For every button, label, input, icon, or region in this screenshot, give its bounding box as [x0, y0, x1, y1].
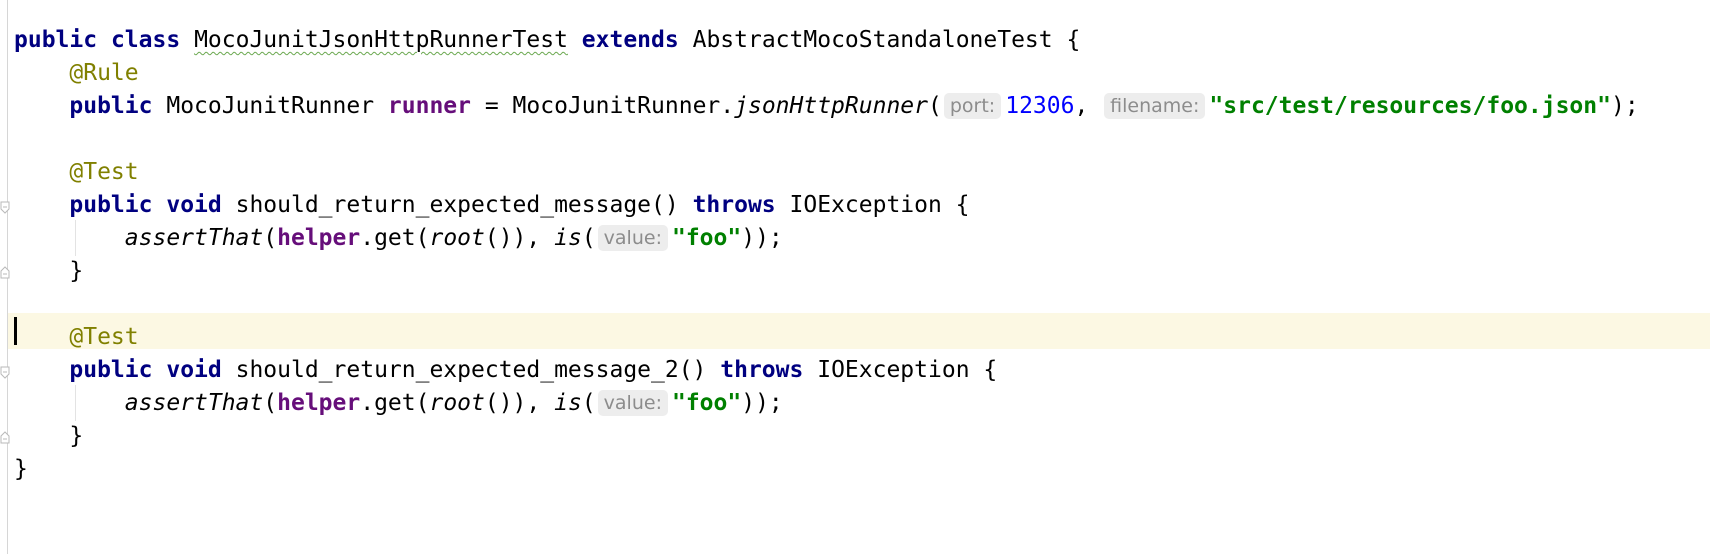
close-brace: } [69, 258, 84, 284]
code-line-rule-annotation[interactable]: @Rule [14, 55, 1710, 91]
code-line-test1-end[interactable]: } [14, 253, 1710, 289]
code-line-test1-assert[interactable]: assertThat(helper.get(root()), is(value:… [14, 220, 1710, 256]
parameter-hint-value: value: [597, 390, 668, 416]
fold-marker-close-icon[interactable] [0, 265, 10, 279]
keyword-public: public [69, 357, 153, 383]
close-parens: ()), [484, 390, 555, 416]
parameter-hint-port: port: [943, 93, 1002, 119]
close-paren: )); [741, 225, 783, 251]
close-parens: ()), [484, 225, 555, 251]
class-close-brace: } [14, 456, 28, 482]
keyword-throws: throws [692, 192, 776, 218]
comma: , [1074, 93, 1103, 119]
code-line-runner-field[interactable]: public MocoJunitRunner runner = MocoJuni… [14, 88, 1710, 124]
get-call: .get( [360, 225, 430, 251]
code-line-test2-end[interactable]: } [14, 418, 1710, 454]
helper-field[interactable]: helper [277, 390, 360, 416]
filename-string: "src/test/resources/foo.json" [1209, 93, 1611, 119]
runner-type[interactable]: MocoJunitRunner [166, 93, 374, 119]
get-call: .get( [360, 390, 430, 416]
keyword-void: void [166, 357, 222, 383]
code-line-test1-signature[interactable]: public void should_return_expected_messa… [14, 187, 1710, 223]
open-paren: ( [928, 93, 942, 119]
foo-string: "foo" [671, 225, 742, 251]
code-line-test2-assert[interactable]: assertThat(helper.get(root()), is(value:… [14, 385, 1710, 421]
helper-field[interactable]: helper [277, 225, 360, 251]
open-paren: ( [581, 225, 596, 251]
parameter-hint-value: value: [597, 225, 668, 251]
keyword-public: public [69, 93, 153, 119]
assert-that-call[interactable]: assertThat [125, 390, 263, 416]
test-annotation: @Test [69, 324, 139, 350]
parameter-hint-filename: filename: [1104, 93, 1206, 119]
exception-type[interactable]: IOException { [790, 192, 970, 218]
keyword-extends: extends [581, 27, 679, 53]
code-line-class-declaration[interactable]: public class MocoJunitJsonHttpRunnerTest… [14, 22, 1710, 58]
keyword-public: public [14, 27, 98, 53]
open-brace: { [1052, 27, 1081, 53]
close-paren: ); [1610, 93, 1639, 119]
port-value: 12306 [1005, 93, 1075, 119]
code-line-test1-annotation[interactable]: @Test [14, 154, 1710, 190]
root-call[interactable]: root [429, 390, 484, 416]
code-line-test2-signature[interactable]: public void should_return_expected_messa… [14, 352, 1710, 388]
method-name[interactable]: should_return_expected_message_2() [236, 357, 707, 383]
open-paren: ( [263, 390, 278, 416]
keyword-void: void [166, 192, 222, 218]
fold-marker-open-icon[interactable] [0, 366, 10, 380]
keyword-public: public [69, 192, 153, 218]
is-call[interactable]: is [554, 225, 582, 251]
assignment: = MocoJunitRunner. [471, 93, 735, 119]
test-annotation: @Test [69, 159, 139, 185]
fold-marker-open-icon[interactable] [0, 201, 10, 215]
code-editor[interactable]: public class MocoJunitJsonHttpRunnerTest… [0, 0, 1710, 554]
assert-that-call[interactable]: assertThat [125, 225, 263, 251]
is-call[interactable]: is [554, 390, 582, 416]
root-call[interactable]: root [429, 225, 484, 251]
code-line-test2-annotation[interactable]: @Test [14, 319, 1710, 355]
fold-marker-close-icon[interactable] [0, 430, 10, 444]
open-paren: ( [581, 390, 596, 416]
close-brace: } [69, 423, 84, 449]
rule-annotation: @Rule [69, 60, 139, 86]
keyword-throws: throws [720, 357, 804, 383]
open-paren: ( [263, 225, 278, 251]
json-http-runner-method[interactable]: jsonHttpRunner [734, 93, 928, 119]
foo-string: "foo" [671, 390, 742, 416]
keyword-class: class [110, 27, 181, 53]
code-line-class-end[interactable]: } [14, 451, 1710, 487]
method-name[interactable]: should_return_expected_message() [236, 192, 679, 218]
class-name[interactable]: MocoJunitJsonHttpRunnerTest [194, 27, 568, 53]
runner-field[interactable]: runner [388, 93, 471, 119]
close-paren: )); [741, 390, 783, 416]
superclass-name[interactable]: AbstractMocoStandaloneTest [693, 27, 1053, 53]
exception-type[interactable]: IOException { [817, 357, 997, 383]
